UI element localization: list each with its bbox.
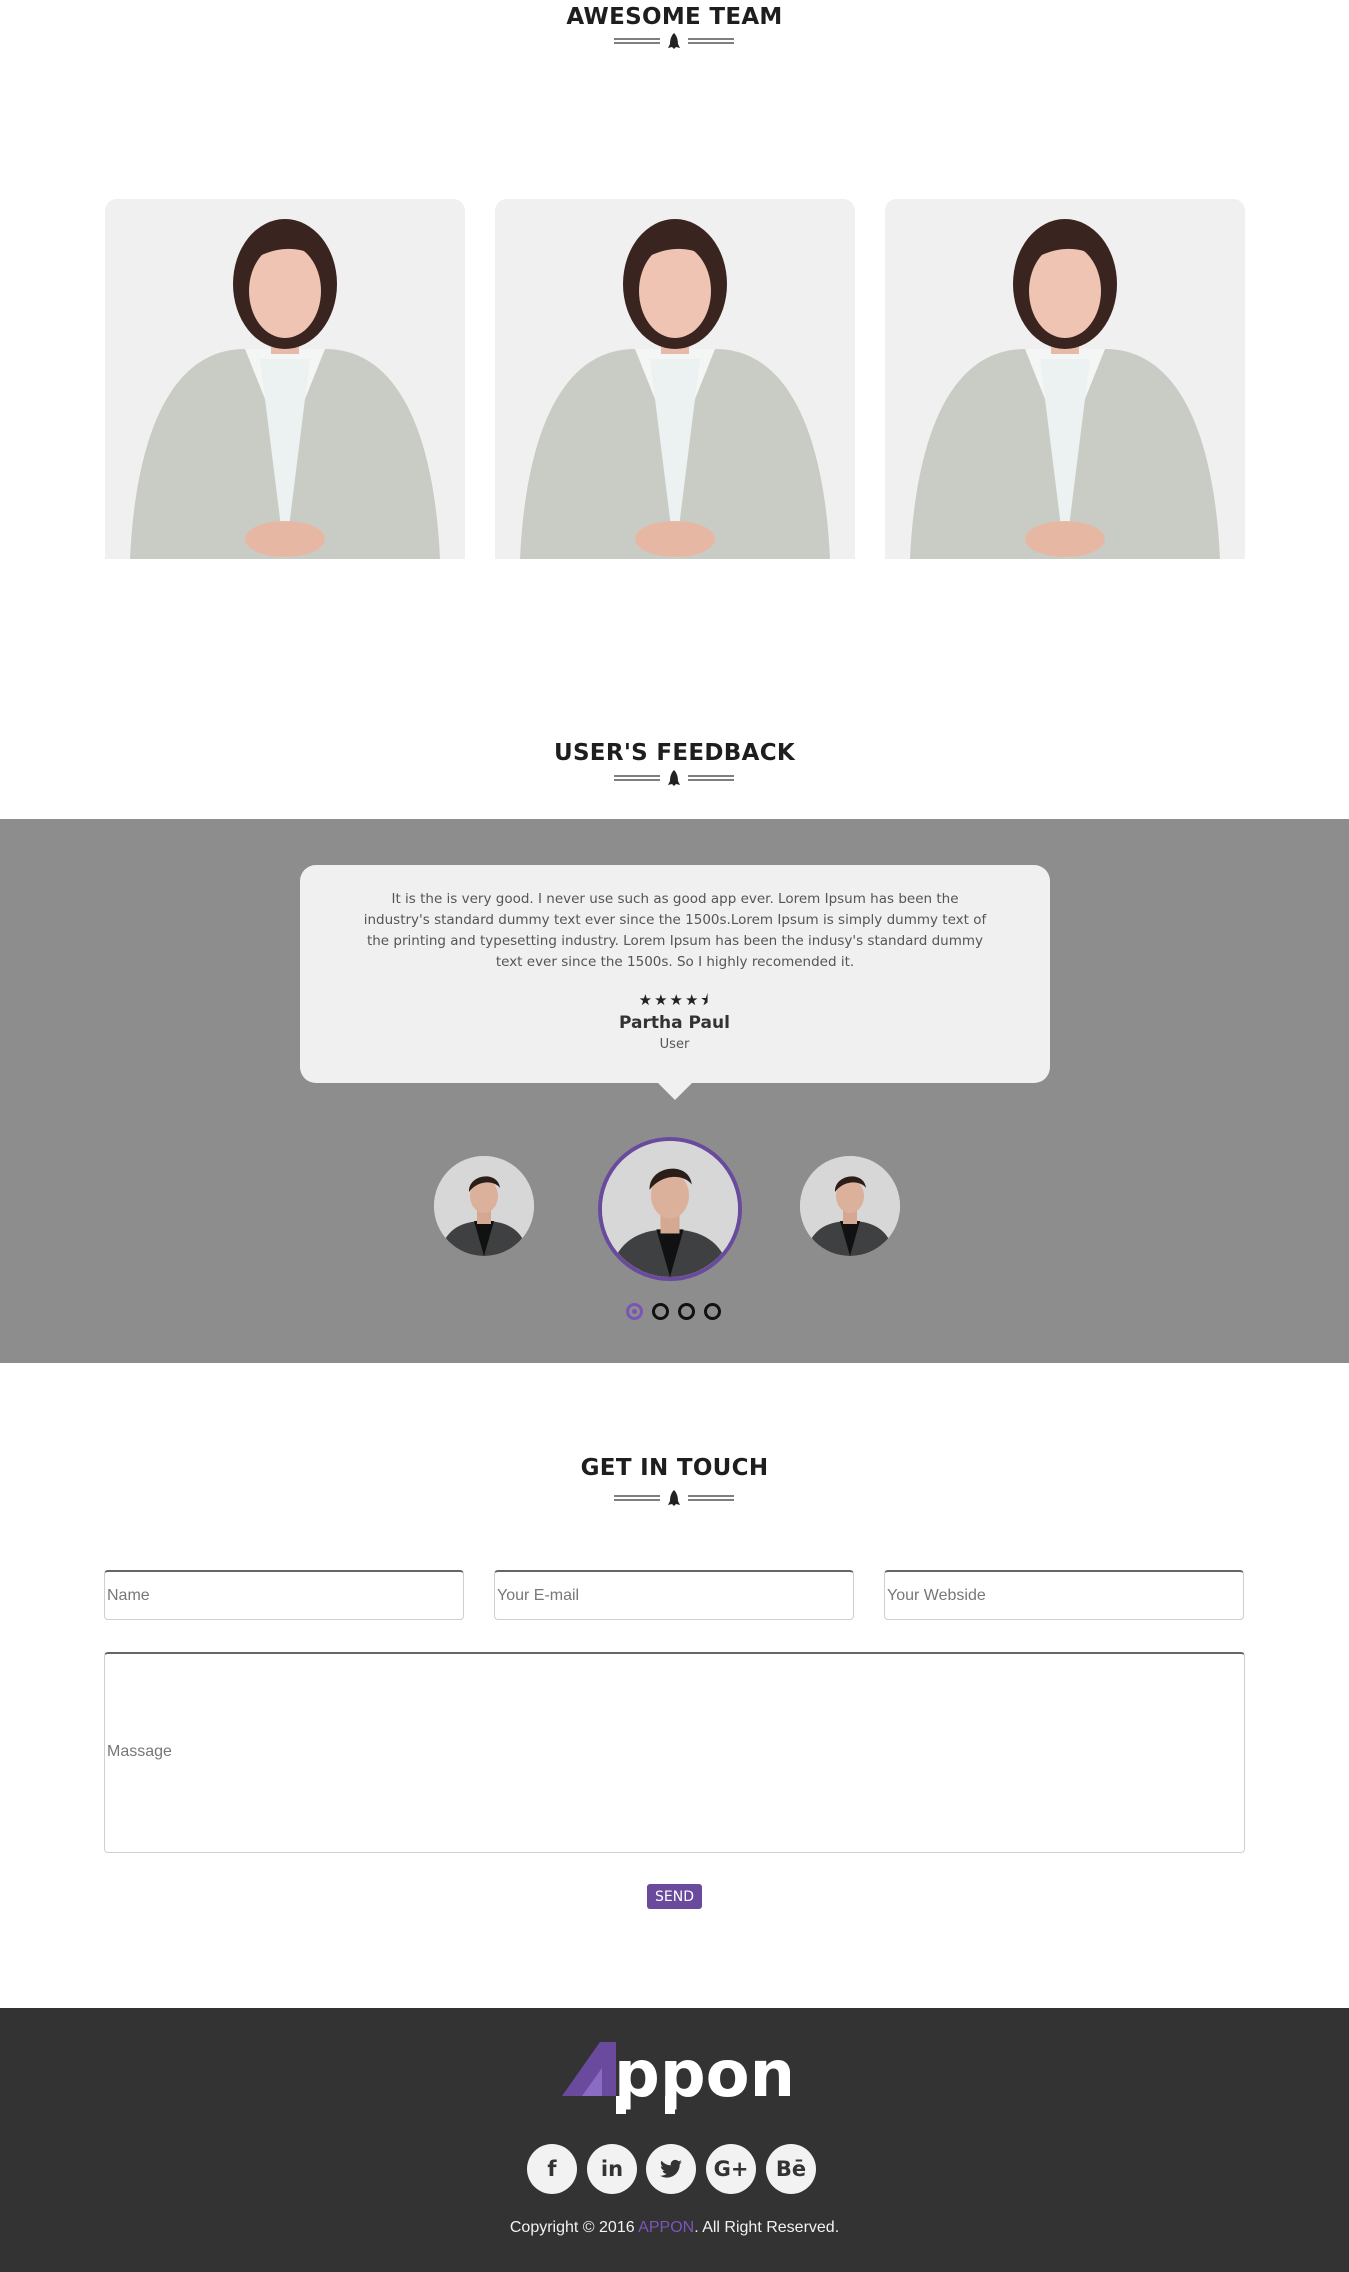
carousel-dot-1[interactable] <box>626 1303 643 1320</box>
email-input[interactable] <box>494 1570 854 1620</box>
google-plus-icon[interactable]: G+ <box>706 2144 756 2194</box>
carousel-dot-3[interactable] <box>678 1303 695 1320</box>
logo-wordmark: ppon <box>614 2038 790 2112</box>
team-member-photo <box>105 199 465 559</box>
contact-section-title: GET IN TOUCH <box>580 1455 769 1481</box>
testimonial-bubble-tail <box>655 1080 695 1100</box>
team-member-card <box>105 199 465 559</box>
rocket-divider-icon <box>614 33 734 49</box>
rocket-divider-icon <box>614 770 734 786</box>
avatar-photo <box>602 1141 738 1277</box>
name-input[interactable] <box>104 1570 464 1620</box>
message-textarea[interactable] <box>104 1652 1245 1853</box>
team-member-photo <box>885 199 1245 559</box>
team-member-photo <box>495 199 855 559</box>
linkedin-icon[interactable]: in <box>587 2144 637 2194</box>
website-input[interactable] <box>884 1570 1244 1620</box>
team-member-card <box>885 199 1245 559</box>
feedback-section-title: USER'S FEEDBACK <box>553 740 796 766</box>
rating-stars-icon: ★★★★⯨ <box>638 991 711 1009</box>
reviewer-name: Partha Paul <box>619 1013 730 1033</box>
reviewer-avatar-next[interactable] <box>800 1156 900 1256</box>
behance-icon[interactable]: Bē <box>766 2144 816 2194</box>
team-member-card <box>495 199 855 559</box>
copyright-brand-link[interactable]: APPON <box>638 2219 694 2236</box>
testimonial-quote: It is the is very good. I never use such… <box>363 891 987 970</box>
send-button[interactable]: SEND <box>647 1884 702 1909</box>
twitter-icon[interactable] <box>646 2144 696 2194</box>
rocket-divider-icon <box>614 1490 734 1506</box>
reviewer-role: User <box>659 1037 690 1052</box>
reviewer-avatar-active[interactable] <box>598 1137 742 1281</box>
avatar-photo <box>800 1156 900 1256</box>
copyright-suffix: . All Right Reserved. <box>694 2219 840 2236</box>
facebook-icon[interactable]: f <box>527 2144 577 2194</box>
team-section-title: AWESOME TEAM <box>566 4 783 30</box>
carousel-dot-4[interactable] <box>704 1303 721 1320</box>
copyright-text: Copyright © 2016 APPON. All Right Reserv… <box>0 2219 1349 2237</box>
appon-logo[interactable]: ppon <box>560 2038 790 2120</box>
carousel-dot-2[interactable] <box>652 1303 669 1320</box>
reviewer-avatar-prev[interactable] <box>434 1156 534 1256</box>
copyright-prefix: Copyright © 2016 <box>509 2219 639 2236</box>
avatar-photo <box>434 1156 534 1256</box>
twitter-bird-icon <box>660 2159 682 2178</box>
